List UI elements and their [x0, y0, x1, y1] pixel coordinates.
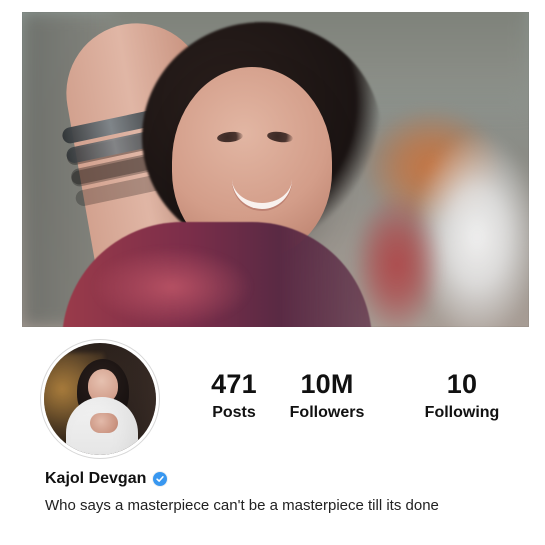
profile-stats: 471 Posts 10M Followers 10 Following — [182, 368, 522, 428]
stat-following-value: 10 — [446, 369, 478, 399]
stat-following[interactable]: 10 Following — [402, 368, 522, 422]
stat-followers-value: 10M — [300, 369, 354, 399]
profile-name-row: Kajol Devgan — [45, 468, 168, 490]
display-name: Kajol Devgan — [45, 470, 147, 487]
profile-bio: Who says a masterpiece can't be a master… — [45, 497, 439, 514]
avatar-ring[interactable] — [40, 339, 160, 459]
avatar-hands — [90, 413, 118, 433]
header-video-thumbnail — [22, 12, 529, 327]
stat-followers[interactable]: 10M Followers — [267, 368, 387, 422]
foreground-scarf-highlight — [92, 247, 252, 327]
stat-following-label: Following — [424, 404, 500, 421]
avatar[interactable] — [44, 343, 156, 455]
verified-badge-icon — [153, 472, 168, 486]
profile-screen: 471 Posts 10M Followers 10 Following Kaj… — [0, 0, 545, 545]
stat-followers-label: Followers — [289, 404, 365, 421]
